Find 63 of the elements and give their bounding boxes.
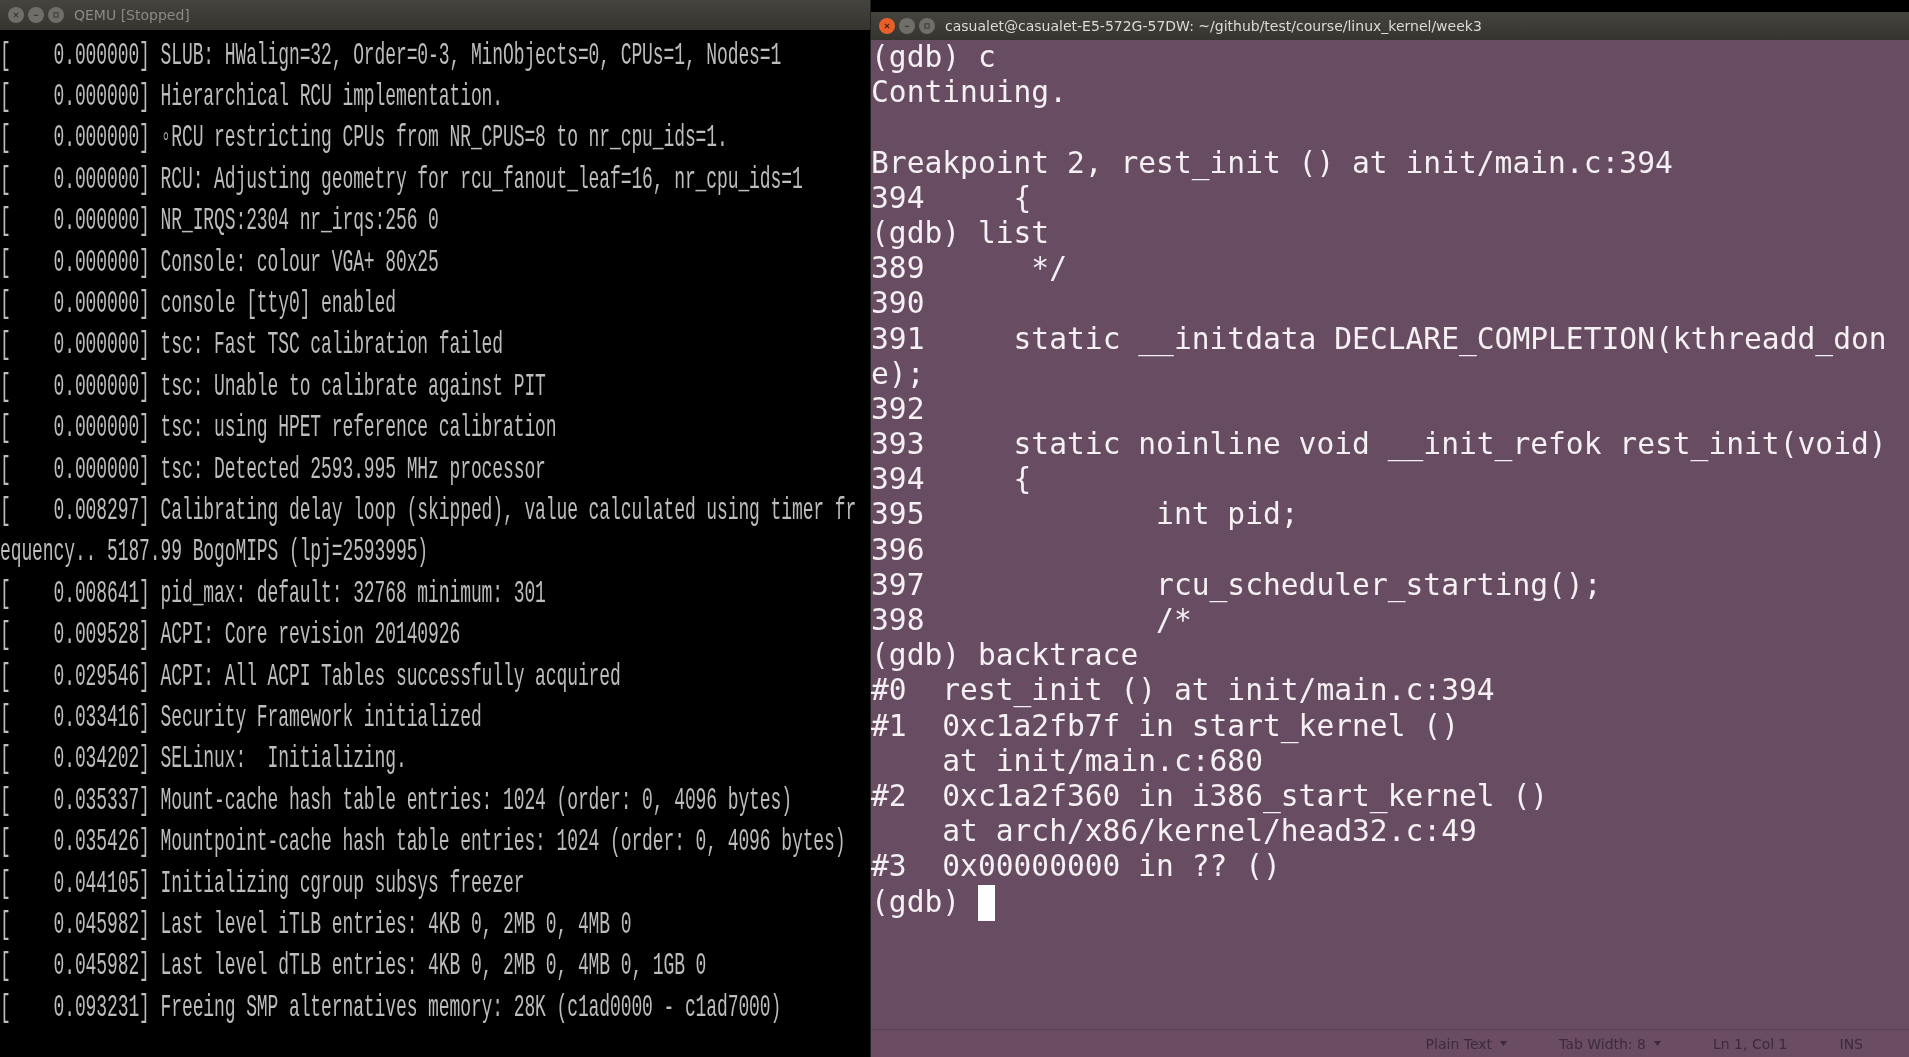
close-icon [882,21,892,31]
window-title: QEMU [Stopped] [74,7,190,23]
console-line: [ 0.000000] tsc: Fast TSC calibration failed [0,326,503,362]
terminal-line: 390 [871,286,925,322]
terminal-line: Continuing. [871,75,1067,111]
console-line: [ 0.000000] NR_IRQS:2304 nr_irqs:256 0 [0,202,439,238]
caret-icon [1500,1041,1508,1046]
terminal-line: 397 rcu_scheduler_starting(); [871,567,1602,603]
terminal-line: (gdb) backtrace [871,638,1139,674]
maximize-button[interactable] [919,18,935,34]
console-line: [ 0.045982] Last level iTLB entries: 4KB 0, 2MB 0, 4MB 0 [0,906,632,942]
console-line: [ 0.000000] SLUB: HWalign=32, Order=0-3, MinObjects=0, CPUs=1, Nodes=1 [0,37,782,73]
console-line: [ 0.035337] Mount-cache hash table entries: 1024 (order: 0, 4096 bytes) [0,782,792,818]
terminal-line: Breakpoint 2, rest_init () at init/main.c:394 [871,145,1673,181]
terminal-line: 398 /* [871,603,1192,639]
console-line: [ 0.000000] Hierarchical RCU implementation. [0,78,503,114]
close-icon [11,10,21,20]
minimize-button[interactable] [899,18,915,34]
terminal-line: e); [871,356,925,392]
console-line: [ 0.000000] RCU: Adjusting geometry for rcu_fanout_leaf=16, nr_cpu_ids=1 [0,161,803,197]
terminal-line: 394 { [871,180,1032,216]
console-line: [ 0.000000] ◦RCU restricting CPUs from NR_CPUS=8 to nr_cpu_ids=1. [0,119,728,155]
console-line: [ 0.008641] pid_max: default: 32768 minimum: 301 [0,575,546,611]
maximize-icon [51,10,61,20]
terminal-line: 391 static __initdata DECLARE_COMPLETION(kthreadd_don [871,321,1887,357]
console-line: [ 0.093231] Freeing SMP alternatives memory: 28K (c1ad0000 - c1ad7000) [0,989,782,1025]
console-line: [ 0.045982] Last level dTLB entries: 4KB 0, 2MB 0, 4MB 0, 1GB 0 [0,947,707,983]
terminal-line: (gdb) c [871,40,996,76]
console-line: [ 0.008297] Calibrating delay loop (skipped), value calculated using timer fr [0,492,857,528]
close-button[interactable] [8,7,24,23]
terminal-line: 395 int pid; [871,497,1299,533]
close-button[interactable] [879,18,895,34]
terminal-line: at arch/x86/kernel/head32.c:49 [941,814,1477,850]
maximize-icon [922,21,932,31]
terminal-line: #1 0xc1a2fb7f in start_kernel () [871,708,1459,744]
console-line: [ 0.000000] tsc: Unable to calibrate against PIT [0,368,546,404]
console-line: [ 0.033416] Security Framework initialized [0,699,482,735]
console-line: [ 0.035426] Mountpoint-cache hash table entries: 1024 (order: 0, 4096 bytes) [0,823,846,859]
terminal-line: (gdb) [871,884,962,920]
console-line: [ 0.000000] tsc: using HPET reference calibration [0,409,557,445]
terminal-line: at init/main.c:680 [941,743,1263,779]
console-line: [ 0.044105] Initializing cgroup subsys freezer [0,865,525,900]
terminal-line: (gdb) list [871,215,1050,252]
terminal-line: 394 { [871,462,1032,498]
cursor-icon [977,885,995,921]
terminal-line: 393 static noinline void __init_refok rest_init(void) [871,427,1887,463]
console-line: [ 0.029546] ACPI: All ACPI Tables successfully acquired [0,658,621,694]
console-line: [ 0.000000] Console: colour VGA+ 80x25 [0,244,439,280]
caret-icon [1653,1041,1661,1046]
console-line: [ 0.000000] tsc: Detected 2593.995 MHz processor [0,451,546,487]
window-title: casualet@casualet-E5-572G-57DW: ~/github/test/course/linux_kernel/week3 [945,18,1482,34]
console-line: [ 0.034202] SELinux: Initializing. [0,740,407,776]
maximize-button[interactable] [48,7,64,23]
terminal-line: 389 */ [871,251,1067,287]
console-line: [ 0.000000] console [tty0] enabled [0,285,396,321]
console-line: equency.. 5187.99 BogoMIPS (lpj=2593995) [0,533,429,569]
terminal-line: #2 0xc1a2f360 in i386_start_kernel () [871,778,1549,815]
terminal-line: #3 0x00000000 in ?? () [871,849,1281,885]
console-line: [ 0.009528] ACPI: Core revision 20140926 [0,616,461,652]
terminal-line: #0 rest_init () at init/main.c:394 [871,673,1495,709]
terminal-line: 392 [871,391,925,428]
terminal-line: 396 [871,532,925,568]
minimize-button[interactable] [28,7,44,23]
